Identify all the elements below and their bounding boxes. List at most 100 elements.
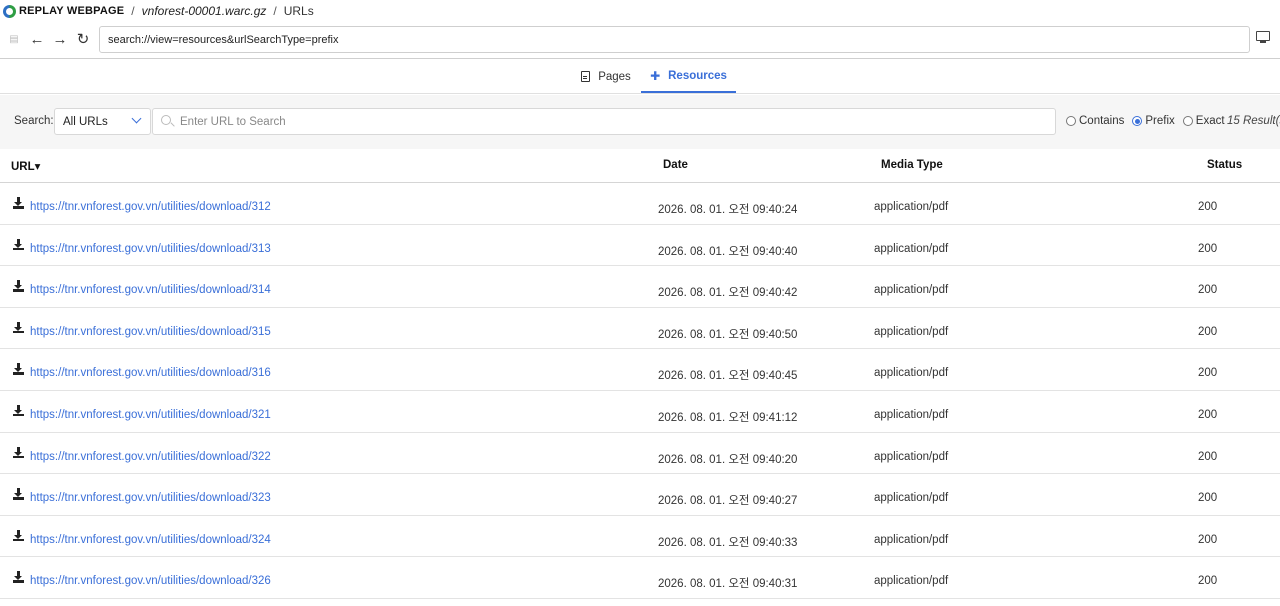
resource-url-link[interactable]: https://tnr.vnforest.gov.vn/utilities/do… <box>30 492 271 504</box>
download-icon[interactable] <box>13 446 24 459</box>
back-arrow-icon[interactable]: ← <box>27 28 47 50</box>
radio-contains-label: Contains <box>1079 115 1125 127</box>
url-type-value: All URLs <box>63 115 108 128</box>
tab-pages-label: Pages <box>598 70 631 83</box>
download-icon[interactable] <box>13 363 24 375</box>
result-count: 15 Result(s) <box>1227 115 1280 127</box>
resource-url-link[interactable]: https://tnr.vnforest.gov.vn/utilities/do… <box>30 575 271 587</box>
url-type-select[interactable]: All URLs <box>54 108 151 135</box>
resource-status: 200 <box>1198 284 1218 297</box>
search-label: Search: <box>14 115 54 127</box>
resource-status: 200 <box>1198 575 1218 588</box>
tab-resources[interactable]: ✚ Resources <box>641 60 736 93</box>
resource-status: 200 <box>1198 325 1218 338</box>
download-icon[interactable] <box>13 321 24 334</box>
resource-date: 2026. 08. 01. 오전 09:40:33 <box>658 536 798 549</box>
resource-url-link[interactable]: https://tnr.vnforest.gov.vn/utilities/do… <box>30 284 271 296</box>
address-text: search://view=resources&urlSearchType=pr… <box>108 33 339 46</box>
forward-arrow-icon[interactable]: → <box>50 28 70 50</box>
resource-url-link[interactable]: https://tnr.vnforest.gov.vn/utilities/do… <box>30 534 271 546</box>
refresh-icon[interactable]: ↻ <box>73 28 93 50</box>
search-icon <box>161 115 171 125</box>
resource-url-link[interactable]: https://tnr.vnforest.gov.vn/utilities/do… <box>30 409 271 421</box>
download-icon[interactable] <box>13 280 24 292</box>
radio-prefix[interactable]: Prefix <box>1132 115 1175 127</box>
resource-status: 200 <box>1198 201 1218 213</box>
resource-date: 2026. 08. 01. 오전 09:40:27 <box>658 495 798 508</box>
search-input-wrapper <box>152 108 1056 135</box>
address-bar[interactable]: search://view=resources&urlSearchType=pr… <box>99 26 1250 53</box>
download-icon[interactable] <box>13 488 24 500</box>
resource-status: 200 <box>1198 492 1218 505</box>
search-input[interactable] <box>180 115 1040 128</box>
resource-date: 2026. 08. 01. 오전 09:40:42 <box>658 287 798 300</box>
resource-status: 200 <box>1198 367 1218 380</box>
resource-status: 200 <box>1198 408 1218 421</box>
resource-media-type: application/pdf <box>874 492 949 505</box>
tab-resources-label: Resources <box>668 69 727 82</box>
radio-contains-dot[interactable] <box>1066 116 1076 126</box>
tab-pages[interactable]: Pages <box>571 60 641 93</box>
brand-link[interactable]: REPLAY WEBPAGE <box>19 5 124 17</box>
breadcrumb-current: URLs <box>283 4 314 18</box>
breadcrumb: REPLAY WEBPAGE / vnforest-00001.warc.gz … <box>0 0 1280 22</box>
table-row: https://tnr.vnforest.gov.vn/utilities/do… <box>0 391 1280 433</box>
puzzle-icon: ✚ <box>650 68 661 83</box>
resource-url-link[interactable]: https://tnr.vnforest.gov.vn/utilities/do… <box>30 451 271 463</box>
table-row: https://tnr.vnforest.gov.vn/utilities/do… <box>0 433 1280 475</box>
resource-date: 2026. 08. 01. 오전 09:40:45 <box>658 370 798 383</box>
resource-media-type: application/pdf <box>874 408 949 421</box>
table-row: https://tnr.vnforest.gov.vn/utilities/do… <box>0 557 1280 599</box>
download-icon[interactable] <box>13 529 24 542</box>
radio-prefix-dot[interactable] <box>1132 116 1143 126</box>
resource-url-link[interactable]: https://tnr.vnforest.gov.vn/utilities/do… <box>30 201 271 213</box>
resource-date: 2026. 08. 01. 오전 09:40:24 <box>658 204 798 216</box>
resource-date: 2026. 08. 01. 오전 09:40:31 <box>658 578 798 591</box>
table-row: https://tnr.vnforest.gov.vn/utilities/do… <box>0 266 1280 308</box>
download-icon[interactable] <box>13 571 24 583</box>
table-header: URL▾ Date Media Type Status <box>0 149 1280 183</box>
sidebar-toggle-icon[interactable]: ▤ <box>4 28 24 50</box>
resource-status: 200 <box>1198 242 1218 255</box>
table-row: https://tnr.vnforest.gov.vn/utilities/do… <box>0 474 1280 516</box>
table-row: https://tnr.vnforest.gov.vn/utilities/do… <box>0 183 1280 225</box>
column-header-url[interactable]: URL▾ <box>11 159 40 173</box>
radio-prefix-label: Prefix <box>1145 115 1175 127</box>
monitor-icon[interactable] <box>1256 31 1270 43</box>
breadcrumb-file-link[interactable]: vnforest-00001.warc.gz <box>142 4 267 18</box>
radio-exact-label: Exact <box>1195 115 1225 127</box>
results-table: https://tnr.vnforest.gov.vn/utilities/do… <box>0 183 1280 599</box>
resource-date: 2026. 08. 01. 오전 09:40:40 <box>658 245 798 258</box>
resource-media-type: application/pdf <box>874 533 949 546</box>
resource-media-type: application/pdf <box>874 450 949 463</box>
resource-media-type: application/pdf <box>874 284 949 297</box>
table-row: https://tnr.vnforest.gov.vn/utilities/do… <box>0 308 1280 350</box>
resource-date: 2026. 08. 01. 오전 09:40:20 <box>658 453 798 466</box>
column-header-date[interactable]: Date <box>663 159 688 171</box>
chevron-down-icon <box>131 113 142 124</box>
replay-logo-icon[interactable] <box>3 4 16 18</box>
table-row: https://tnr.vnforest.gov.vn/utilities/do… <box>0 225 1280 267</box>
resource-url-link[interactable]: https://tnr.vnforest.gov.vn/utilities/do… <box>30 243 271 255</box>
download-icon[interactable] <box>13 197 24 209</box>
resource-url-link[interactable]: https://tnr.vnforest.gov.vn/utilities/do… <box>30 367 271 379</box>
resource-url-link[interactable]: https://tnr.vnforest.gov.vn/utilities/do… <box>30 326 271 338</box>
breadcrumb-separator: / <box>273 4 277 18</box>
resource-status: 200 <box>1198 450 1218 463</box>
resource-media-type: application/pdf <box>874 201 949 213</box>
radio-contains[interactable]: Contains <box>1066 115 1124 127</box>
breadcrumb-separator: / <box>131 4 135 18</box>
resource-media-type: application/pdf <box>874 367 949 380</box>
table-row: https://tnr.vnforest.gov.vn/utilities/do… <box>0 516 1280 558</box>
radio-exact[interactable]: Exact <box>1182 115 1225 127</box>
download-icon[interactable] <box>13 238 24 251</box>
download-icon[interactable] <box>13 404 24 417</box>
document-icon <box>581 71 591 82</box>
radio-exact-dot[interactable] <box>1182 116 1193 126</box>
search-mode-group: Contains Prefix Exact <box>1066 115 1233 127</box>
column-header-status[interactable]: Status <box>1207 159 1242 171</box>
search-bar: Search: All URLs Contains Prefix Exact 1… <box>0 95 1280 149</box>
table-row: https://tnr.vnforest.gov.vn/utilities/do… <box>0 349 1280 391</box>
column-header-media-type[interactable]: Media Type <box>881 159 943 171</box>
resource-media-type: application/pdf <box>874 325 949 338</box>
